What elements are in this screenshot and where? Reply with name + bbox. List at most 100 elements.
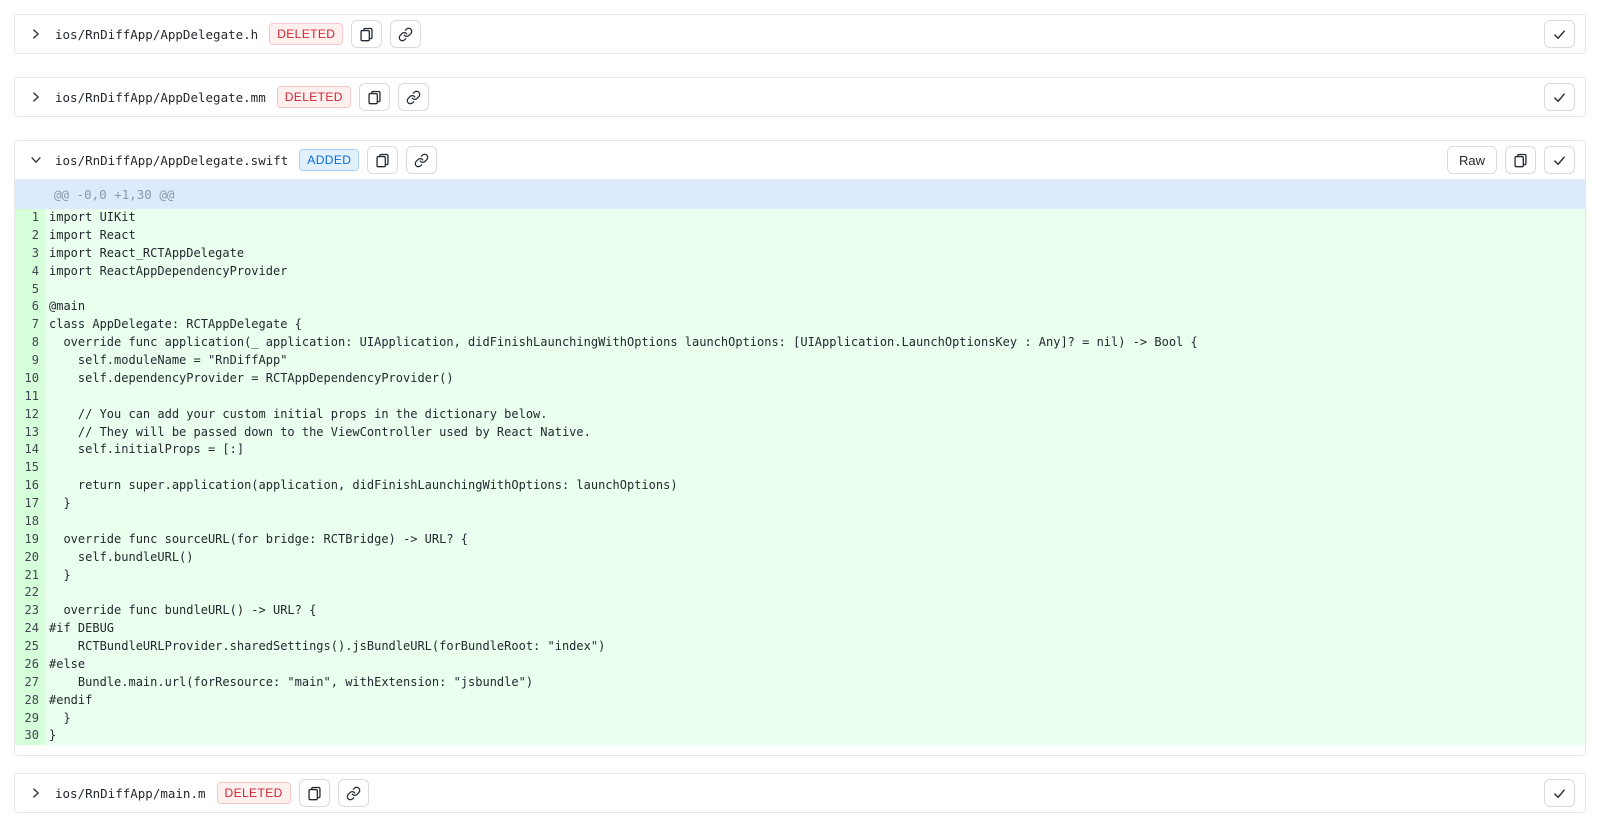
file-header[interactable]: ios/RnDiffApp/AppDelegate.swift ADDED Ra… [15, 141, 1585, 179]
line-number: 3 [15, 245, 45, 263]
link-icon [414, 153, 429, 168]
line-number: 14 [15, 441, 45, 459]
status-badge: DELETED [269, 23, 343, 45]
line-code: override func sourceURL(for bridge: RCTB… [45, 531, 1585, 549]
diff-line: 30} [15, 727, 1585, 745]
chevron-right-icon[interactable] [28, 26, 44, 42]
line-number: 15 [15, 459, 45, 477]
diff-line: 4import ReactAppDependencyProvider [15, 263, 1585, 281]
line-code: class AppDelegate: RCTAppDelegate { [45, 316, 1585, 334]
link-button[interactable] [398, 83, 429, 111]
copy-path-button[interactable] [359, 83, 390, 111]
diff-line: 20 self.bundleURL() [15, 549, 1585, 567]
link-icon [398, 27, 413, 42]
line-number: 23 [15, 602, 45, 620]
chevron-right-icon[interactable] [28, 89, 44, 105]
line-number: 4 [15, 263, 45, 281]
file-path: ios/RnDiffApp/main.m [55, 786, 206, 801]
diff-body: @@ -0,0 +1,30 @@ 1import UIKit2import Re… [15, 179, 1585, 755]
status-badge: DELETED [217, 782, 291, 804]
mark-done-button[interactable] [1544, 20, 1575, 48]
line-number: 2 [15, 227, 45, 245]
diff-line: 11 [15, 388, 1585, 406]
line-code: self.moduleName = "RnDiffApp" [45, 352, 1585, 370]
line-number: 17 [15, 495, 45, 513]
diff-line: 10 self.dependencyProvider = RCTAppDepen… [15, 370, 1585, 388]
line-code: } [45, 710, 1585, 728]
line-code: } [45, 567, 1585, 585]
line-number: 27 [15, 674, 45, 692]
line-code: // You can add your custom initial props… [45, 406, 1585, 424]
line-code: self.initialProps = [:] [45, 441, 1585, 459]
line-number: 9 [15, 352, 45, 370]
line-number: 8 [15, 334, 45, 352]
check-icon [1552, 27, 1567, 42]
line-code: #if DEBUG [45, 620, 1585, 638]
diff-line: 6@main [15, 298, 1585, 316]
line-number: 12 [15, 406, 45, 424]
file-card: ios/RnDiffApp/AppDelegate.swift ADDED Ra… [14, 140, 1586, 756]
status-badge: ADDED [299, 149, 359, 171]
line-code: Bundle.main.url(forResource: "main", wit… [45, 674, 1585, 692]
link-button[interactable] [390, 20, 421, 48]
line-number: 21 [15, 567, 45, 585]
line-number: 11 [15, 388, 45, 406]
line-number: 6 [15, 298, 45, 316]
line-code: import ReactAppDependencyProvider [45, 263, 1585, 281]
diff-line: 5 [15, 281, 1585, 299]
line-code: self.bundleURL() [45, 549, 1585, 567]
line-code [45, 459, 1585, 477]
line-number: 24 [15, 620, 45, 638]
raw-button[interactable]: Raw [1447, 146, 1497, 174]
line-code [45, 513, 1585, 531]
line-number: 18 [15, 513, 45, 531]
diff-line: 15 [15, 459, 1585, 477]
file-header[interactable]: ios/RnDiffApp/AppDelegate.mm DELETED [15, 78, 1585, 116]
diff-line: 2import React [15, 227, 1585, 245]
copy-file-button[interactable] [1505, 146, 1536, 174]
chevron-down-icon[interactable] [28, 152, 44, 168]
line-code: self.dependencyProvider = RCTAppDependen… [45, 370, 1585, 388]
mark-done-button[interactable] [1544, 779, 1575, 807]
check-icon [1552, 786, 1567, 801]
chevron-right-icon[interactable] [28, 785, 44, 801]
file-card: ios/RnDiffApp/AppDelegate.mm DELETED [14, 77, 1586, 117]
copy-path-button[interactable] [367, 146, 398, 174]
mark-done-button[interactable] [1544, 146, 1575, 174]
diff-line: 1import UIKit [15, 209, 1585, 227]
diff-page: ios/RnDiffApp/AppDelegate.h DELETED [0, 0, 1600, 813]
line-number: 26 [15, 656, 45, 674]
status-badge: DELETED [277, 86, 351, 108]
line-number: 5 [15, 281, 45, 299]
diff-line: 14 self.initialProps = [:] [15, 441, 1585, 459]
mark-done-button[interactable] [1544, 83, 1575, 111]
diff-line: 23 override func bundleURL() -> URL? { [15, 602, 1585, 620]
file-path: ios/RnDiffApp/AppDelegate.swift [55, 153, 288, 168]
line-code: import React [45, 227, 1585, 245]
copy-icon [375, 153, 390, 168]
link-button[interactable] [406, 146, 437, 174]
copy-path-button[interactable] [299, 779, 330, 807]
copy-path-button[interactable] [351, 20, 382, 48]
diff-line: 26#else [15, 656, 1585, 674]
line-code: import React_RCTAppDelegate [45, 245, 1585, 263]
file-header[interactable]: ios/RnDiffApp/AppDelegate.h DELETED [15, 15, 1585, 53]
line-number: 13 [15, 424, 45, 442]
diff-code: 1import UIKit2import React3import React_… [15, 209, 1585, 755]
line-code: override func bundleURL() -> URL? { [45, 602, 1585, 620]
copy-icon [307, 786, 322, 801]
file-header[interactable]: ios/RnDiffApp/main.m DELETED [15, 774, 1585, 812]
link-button[interactable] [338, 779, 369, 807]
line-number: 30 [15, 727, 45, 745]
line-code: #else [45, 656, 1585, 674]
hunk-header: @@ -0,0 +1,30 @@ [15, 180, 1585, 209]
diff-line: 22 [15, 584, 1585, 602]
diff-line: 21 } [15, 567, 1585, 585]
line-code: } [45, 495, 1585, 513]
line-code: #endif [45, 692, 1585, 710]
copy-icon [359, 27, 374, 42]
diff-line: 25 RCTBundleURLProvider.sharedSettings()… [15, 638, 1585, 656]
line-number: 25 [15, 638, 45, 656]
file-path: ios/RnDiffApp/AppDelegate.mm [55, 90, 266, 105]
file-path: ios/RnDiffApp/AppDelegate.h [55, 27, 258, 42]
